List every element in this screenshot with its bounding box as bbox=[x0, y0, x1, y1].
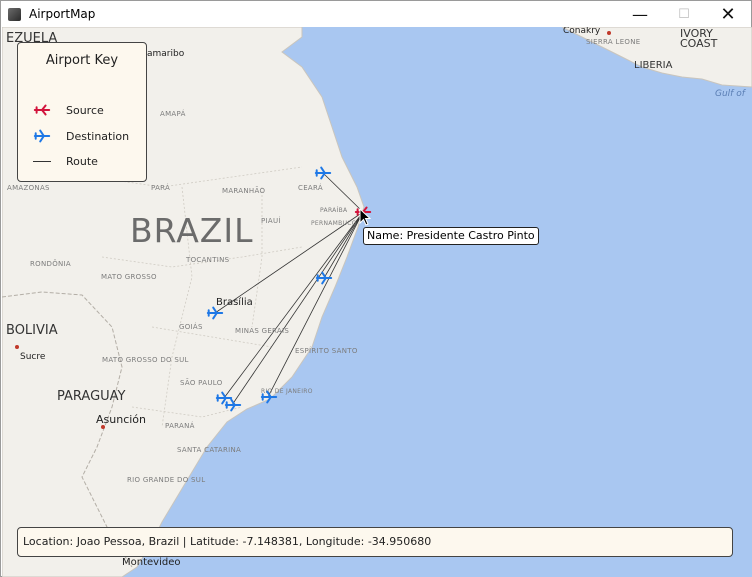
state-label-sao-paulo: SÃO PAULO bbox=[180, 379, 223, 387]
city-label-paramaribo: amaribo bbox=[147, 49, 185, 59]
source-plane-icon bbox=[33, 104, 51, 116]
state-label-maranhao: MARANHÃO bbox=[222, 187, 266, 195]
state-label-para: PARÁ bbox=[151, 184, 171, 192]
state-label-santa-catarina: SANTA CATARINA bbox=[177, 446, 242, 454]
destination-airport-marker[interactable] bbox=[206, 304, 224, 322]
state-label-rio-grande-do-sul: RIO GRANDE DO SUL bbox=[127, 476, 206, 484]
legend-label: Route bbox=[66, 154, 98, 168]
state-label-amazonas: AMAZONAS bbox=[7, 184, 50, 192]
state-label-ceara: CEARÁ bbox=[298, 184, 323, 192]
close-button[interactable]: ✕ bbox=[705, 1, 751, 27]
minimize-button[interactable]: — bbox=[617, 1, 663, 27]
state-label-espirito-santo: ESPÍRITO SANTO bbox=[295, 347, 358, 355]
window-title: AirportMap bbox=[29, 7, 96, 21]
legend-item-source: Source bbox=[30, 101, 104, 119]
city-label-asuncion: Asunción bbox=[96, 413, 147, 426]
ocean-label-gulf: Gulf of bbox=[715, 89, 745, 99]
route-line-icon bbox=[33, 160, 51, 162]
state-label-mato-grosso: MATO GROSSO bbox=[101, 273, 157, 281]
destination-airport-marker[interactable] bbox=[314, 164, 332, 182]
state-label-pernambuco: PERNAMBUCO bbox=[311, 220, 357, 227]
destination-airport-marker[interactable] bbox=[260, 388, 278, 406]
mouse-cursor-icon bbox=[359, 208, 371, 226]
country-label-liberia: LIBERIA bbox=[634, 60, 673, 71]
city-label-montevideo: Montevideo bbox=[122, 557, 181, 568]
state-label-amapa: AMAPÁ bbox=[160, 110, 186, 118]
title-bar[interactable]: AirportMap — ☐ ✕ bbox=[1, 1, 751, 27]
maximize-button[interactable]: ☐ bbox=[661, 1, 707, 27]
africa-landmass bbox=[561, 27, 752, 88]
app-icon bbox=[8, 7, 21, 21]
destination-airport-marker[interactable] bbox=[224, 396, 242, 414]
map-view[interactable]: BRAZIL BOLIVIA PARAGUAY EZUELA LIBERIA I… bbox=[2, 27, 752, 577]
country-label-sierra-leone: SIERRA LEONE bbox=[586, 38, 641, 46]
state-label-piaui: PIAUÍ bbox=[261, 217, 281, 225]
state-label-tocantins: TOCANTINS bbox=[186, 256, 230, 264]
destination-plane-icon bbox=[33, 129, 51, 143]
state-label-paraiba: PARAÍBA bbox=[320, 207, 348, 214]
legend-item-destination: Destination bbox=[30, 127, 129, 145]
airport-key-legend: Airport Key Source Destination Route bbox=[17, 42, 147, 182]
country-label-paraguay: PARAGUAY bbox=[57, 389, 126, 404]
airport-tooltip: Name: Presidente Castro Pinto bbox=[363, 227, 539, 245]
city-dot bbox=[607, 31, 611, 35]
legend-title: Airport Key bbox=[45, 53, 119, 68]
state-label-rondonia: RONDÔNIA bbox=[30, 260, 71, 268]
country-label-bolivia: BOLIVIA bbox=[6, 323, 58, 338]
legend-label: Destination bbox=[66, 129, 130, 143]
city-dot bbox=[15, 345, 19, 349]
city-label-sucre: Sucre bbox=[20, 352, 46, 362]
app-window: AirportMap — ☐ ✕ BRAZIL BOLIVIA PARAGUAY… bbox=[0, 0, 752, 577]
destination-airport-marker[interactable] bbox=[315, 269, 333, 287]
location-status-bar: Location: Joao Pessoa, Brazil | Latitude… bbox=[17, 527, 733, 557]
country-label-ivory-coast-2: COAST bbox=[680, 37, 718, 50]
state-label-minas-gerais: MINAS GERAIS bbox=[235, 327, 290, 335]
legend-item-route: Route bbox=[30, 152, 98, 170]
city-label-conakry: Conakry bbox=[563, 27, 601, 36]
country-label-brazil: BRAZIL bbox=[130, 211, 254, 250]
state-label-goias: GOIÁS bbox=[179, 323, 203, 331]
state-label-mato-grosso-do-sul: MATO GROSSO DO SUL bbox=[102, 356, 189, 364]
state-label-parana: PARANÁ bbox=[165, 422, 195, 430]
legend-label: Source bbox=[66, 103, 104, 117]
